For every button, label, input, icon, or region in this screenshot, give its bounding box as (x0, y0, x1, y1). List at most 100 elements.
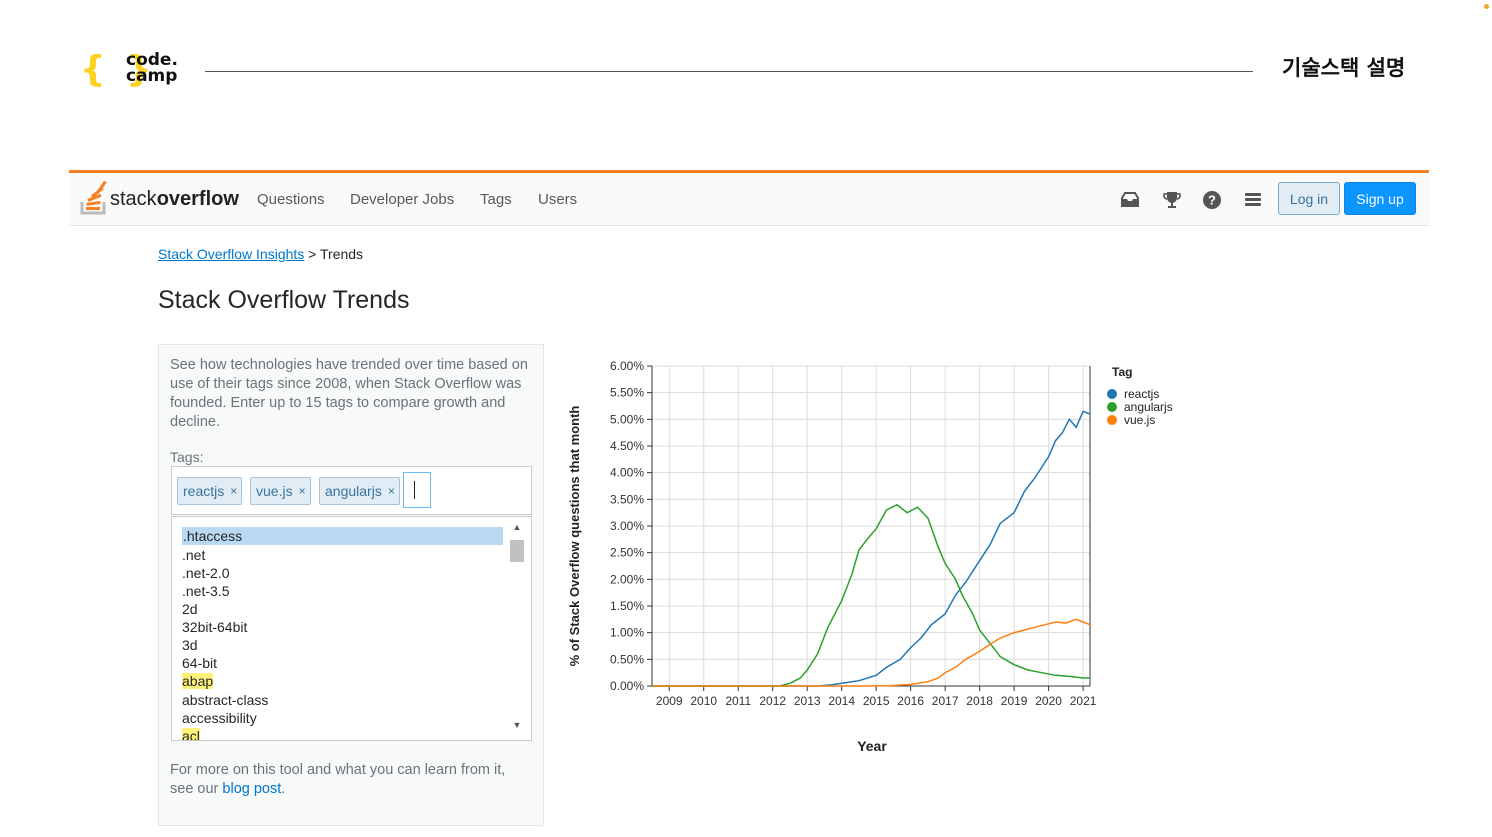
tag-text-entry[interactable] (403, 472, 431, 508)
legend-label: angularjs (1124, 400, 1173, 414)
legend-label: reactjs (1124, 387, 1159, 401)
legend-swatch (1107, 402, 1117, 412)
y-tick-label: 0.50% (610, 652, 644, 666)
more-info-text: For more on this tool and what you can l… (170, 761, 532, 799)
site-switcher-icon[interactable] (1242, 189, 1264, 211)
tag-chip-reactjs: reactjs × (177, 477, 243, 505)
inbox-icon[interactable] (1119, 189, 1141, 211)
tag-options-listbox[interactable]: .htaccess .net .net-2.0 .net-3.5 2d 32bi… (171, 516, 532, 741)
x-tick-label: 2012 (759, 694, 786, 708)
scroll-down-icon[interactable]: ▼ (509, 720, 525, 730)
svg-text:?: ? (1208, 193, 1216, 208)
text-caret (414, 481, 415, 499)
tag-option[interactable]: acl (182, 727, 200, 740)
blog-post-link[interactable]: blog post (222, 781, 281, 797)
more-info-suffix: . (281, 781, 286, 797)
breadcrumb: Stack Overflow Insights > Trends (158, 246, 363, 262)
breadcrumb-current: Trends (320, 246, 364, 262)
legend-title: Tag (1112, 365, 1132, 379)
y-tick-label: 2.50% (610, 546, 644, 560)
breadcrumb-insights-link[interactable]: Stack Overflow Insights (158, 246, 304, 262)
help-icon[interactable]: ? (1201, 189, 1223, 211)
y-tick-label: 0.00% (610, 679, 644, 693)
tag-chip-label: angularjs (325, 483, 382, 499)
scroll-up-icon[interactable]: ▲ (509, 522, 525, 532)
y-tick-label: 4.00% (610, 466, 644, 480)
tag-chip-label: reactjs (183, 483, 225, 499)
login-button[interactable]: Log in (1278, 182, 1340, 215)
stackoverflow-logo-icon (80, 180, 107, 215)
y-tick-label: 5.00% (610, 412, 644, 426)
x-tick-label: 2016 (897, 694, 924, 708)
series-line-vuejs (652, 618, 1091, 687)
breadcrumb-separator: > (308, 246, 317, 262)
trends-chart-svg: 0.00% 0.50% 1.00% 1.50% 2.00% 2.50% 3.00% 3.50%… (567, 359, 1173, 754)
legend-label: vue.js (1124, 413, 1155, 427)
logo-line-2: camp (126, 66, 178, 86)
tag-option[interactable]: .htaccess (182, 527, 503, 545)
so-logo[interactable]: stackoverflow (80, 180, 240, 216)
tag-option-label: abap (182, 673, 214, 689)
y-tick-label: 4.50% (610, 439, 644, 453)
y-tick-label: 3.00% (610, 519, 644, 533)
tag-option[interactable]: abap (182, 672, 214, 690)
tag-option[interactable]: .net-3.5 (182, 582, 229, 600)
tag-option[interactable]: .net (182, 546, 205, 564)
y-tick-label: 1.50% (610, 599, 644, 613)
tags-label: Tags: (170, 449, 204, 465)
x-tick-label: 2019 (1001, 694, 1028, 708)
tag-option[interactable]: abstract-class (182, 691, 268, 709)
tag-option[interactable]: 32bit-64bit (182, 618, 247, 636)
page-title: Stack Overflow Trends (158, 286, 410, 314)
x-tick-label: 2014 (828, 694, 855, 708)
x-tick-label: 2011 (725, 694, 751, 708)
slide-marker-dot (1484, 4, 1489, 9)
remove-tag-icon[interactable]: × (299, 484, 306, 498)
logo-word-overflow: overflow (156, 188, 239, 210)
tag-chip-angularjs: angularjs × (319, 477, 400, 505)
tag-option[interactable]: 3d (182, 636, 198, 654)
x-tick-label: 2020 (1035, 694, 1062, 708)
y-tick-label: 3.50% (610, 492, 644, 506)
x-tick-label: 2010 (690, 694, 717, 708)
codecamp-logo-text: code. camp (126, 52, 178, 86)
header-divider (205, 71, 1253, 72)
x-tick-label: 2017 (932, 694, 959, 708)
remove-tag-icon[interactable]: × (388, 484, 395, 498)
slide-title: 기술스택 설명 (1282, 56, 1406, 80)
tag-option[interactable]: accessibility (182, 709, 257, 727)
nav-tags[interactable]: Tags (480, 191, 512, 208)
trophy-icon[interactable] (1161, 189, 1183, 211)
series-line-reactjs (652, 410, 1091, 687)
x-axis-label: Year (857, 738, 887, 754)
tag-chip-label: vue.js (256, 483, 293, 499)
y-axis-label: % of Stack Overflow questions that month (567, 406, 582, 667)
nav-questions[interactable]: Questions (257, 191, 325, 208)
intro-text: See how technologies have trended over t… (170, 357, 528, 430)
signup-button[interactable]: Sign up (1344, 182, 1416, 215)
remove-tag-icon[interactable]: × (230, 484, 237, 498)
more-info-prefix: For more on this tool and what you can l… (170, 762, 506, 797)
nav-users[interactable]: Users (538, 191, 577, 208)
x-tick-label: 2009 (656, 694, 683, 708)
nav-developer-jobs[interactable]: Developer Jobs (350, 191, 454, 208)
legend-swatch (1107, 415, 1117, 425)
so-logo-wordmark: stackoverflow (110, 188, 239, 211)
trends-chart: 0.00% 0.50% 1.00% 1.50% 2.00% 2.50% 3.00% 3.50%… (560, 350, 1240, 770)
series-line-angularjs (652, 503, 1090, 687)
tag-option-label: acl (182, 728, 200, 740)
legend-swatch (1107, 389, 1117, 399)
x-tick-label: 2013 (794, 694, 821, 708)
tag-chip-vuejs: vue.js × (250, 477, 311, 505)
x-tick-label: 2018 (966, 694, 993, 708)
tag-option[interactable]: 64-bit (182, 654, 217, 672)
y-tick-label: 2.00% (610, 572, 644, 586)
y-tick-label: 5.50% (610, 386, 644, 400)
scrollbar-thumb[interactable] (510, 540, 524, 562)
tag-option[interactable]: .net-2.0 (182, 564, 229, 582)
x-tick-label: 2015 (863, 694, 890, 708)
logo-word-stack: stack (110, 188, 157, 210)
x-tick-label: 2021 (1070, 694, 1097, 708)
tag-option[interactable]: 2d (182, 600, 198, 618)
y-tick-label: 1.00% (610, 626, 644, 640)
